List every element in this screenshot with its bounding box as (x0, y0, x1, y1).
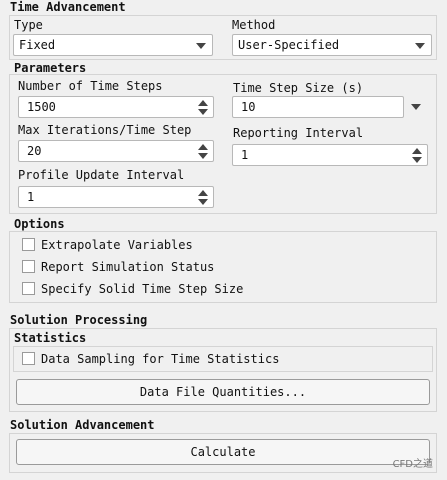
watermark: CFD之道 (392, 459, 433, 470)
extrapolate-variables-checkbox[interactable]: Extrapolate Variables (22, 236, 193, 254)
method-label: Method (232, 18, 276, 32)
reporting-interval-label: Reporting Interval (233, 126, 364, 140)
spin-down-icon[interactable] (198, 109, 208, 115)
max-iterations-label: Max Iterations/Time Step (18, 123, 192, 137)
checkbox-label: Data Sampling for Time Statistics (41, 352, 280, 366)
num-steps-label: Number of Time Steps (18, 79, 163, 93)
checkbox-label: Report Simulation Status (41, 260, 215, 274)
step-size-input[interactable]: 10 (232, 96, 404, 118)
step-size-value: 10 (241, 100, 256, 114)
chevron-down-icon (196, 43, 206, 49)
spin-up-icon[interactable] (198, 144, 208, 150)
type-dropdown-value: Fixed (19, 38, 56, 52)
max-iterations-value: 20 (27, 144, 42, 158)
max-iterations-spinner[interactable]: 20 (18, 140, 214, 162)
checkbox-box[interactable] (22, 260, 35, 273)
method-dropdown[interactable]: User-Specified (232, 34, 432, 56)
checkbox-box[interactable] (22, 352, 35, 365)
profile-update-spinner[interactable]: 1 (18, 186, 214, 208)
checkbox-box[interactable] (22, 238, 35, 251)
report-simulation-status-checkbox[interactable]: Report Simulation Status (22, 258, 214, 276)
reporting-interval-spinner[interactable]: 1 (232, 144, 428, 166)
statistics-title: Statistics (14, 331, 87, 345)
profile-update-value: 1 (27, 190, 35, 204)
spin-down-icon[interactable] (412, 157, 422, 163)
method-dropdown-value: User-Specified (238, 38, 340, 52)
num-steps-spinner[interactable]: 1500 (18, 96, 214, 118)
solution-processing-title: Solution Processing (10, 313, 148, 327)
checkbox-label: Extrapolate Variables (41, 238, 193, 252)
options-title: Options (14, 217, 65, 231)
solution-advancement-title: Solution Advancement (10, 418, 155, 432)
checkbox-box[interactable] (22, 282, 35, 295)
step-size-label: Time Step Size (s) (233, 81, 364, 95)
spin-up-icon[interactable] (412, 148, 422, 154)
parameters-title: Parameters (14, 61, 87, 75)
num-steps-value: 1500 (27, 100, 56, 114)
data-file-quantities-button[interactable]: Data File Quantities... (16, 379, 430, 405)
data-sampling-checkbox[interactable]: Data Sampling for Time Statistics (22, 350, 279, 368)
spin-down-icon[interactable] (198, 153, 208, 159)
calculate-button[interactable]: Calculate (16, 439, 430, 465)
profile-update-label: Profile Update Interval (18, 168, 185, 182)
spin-down-icon[interactable] (198, 199, 208, 205)
time-advancement-title: Time Advancement (10, 0, 126, 14)
spin-up-icon[interactable] (198, 190, 208, 196)
checkbox-label: Specify Solid Time Step Size (41, 282, 244, 296)
type-dropdown[interactable]: Fixed (13, 34, 213, 56)
spin-up-icon[interactable] (198, 100, 208, 106)
chevron-down-icon (415, 43, 425, 49)
type-label: Type (14, 18, 43, 32)
chevron-down-icon[interactable] (411, 104, 421, 110)
reporting-interval-value: 1 (241, 148, 249, 162)
specify-solid-time-step-checkbox[interactable]: Specify Solid Time Step Size (22, 280, 243, 298)
